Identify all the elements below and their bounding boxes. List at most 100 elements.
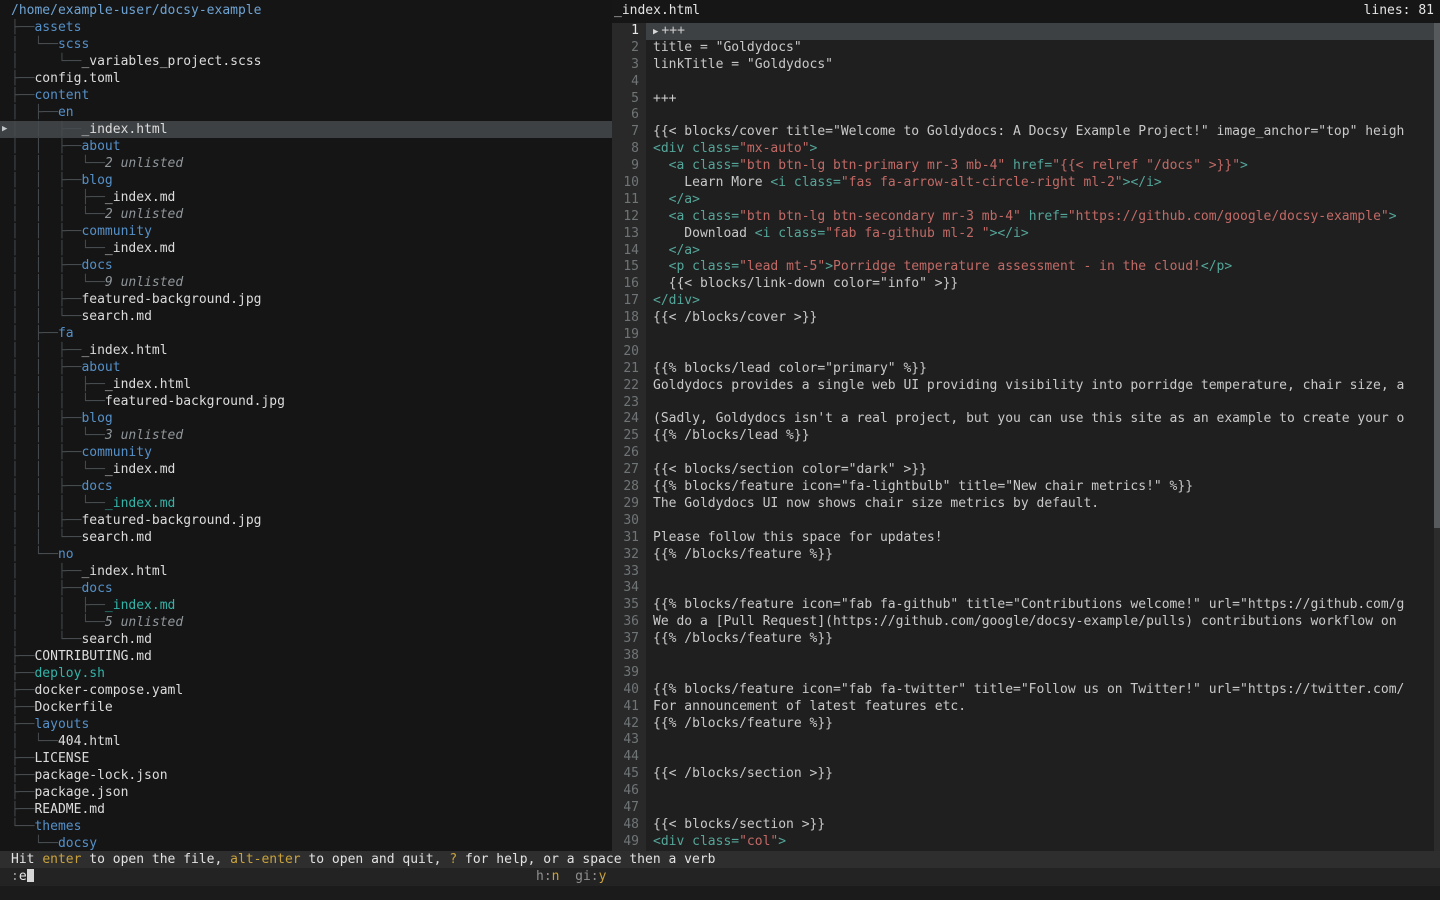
line-number: 31 (612, 530, 646, 547)
tree-row[interactable]: ├──CONTRIBUTING.md (0, 648, 612, 665)
tree-item-label: README.md (34, 802, 104, 817)
code-line: 31Please follow this space for updates! (612, 530, 1440, 547)
tree-item-dir-label: content (34, 88, 89, 103)
tree-item-label: CONTRIBUTING.md (34, 649, 151, 664)
tree-row[interactable]: └──docsy (0, 835, 612, 851)
line-number: 6 (612, 107, 646, 124)
tree-row[interactable]: │ │ ├──featured-background.jpg (0, 291, 612, 308)
tree-row[interactable]: ├──content (0, 87, 612, 104)
tree-row[interactable]: │ └──404.html (0, 733, 612, 750)
line-number: 16 (612, 276, 646, 293)
line-number: 44 (612, 749, 646, 766)
tree-item-label: _index.html (81, 122, 167, 137)
tree-row[interactable]: ├──docker-compose.yaml (0, 682, 612, 699)
tree-branch-lines: │ │ │ └── (11, 275, 105, 290)
line-number: 25 (612, 428, 646, 445)
tree-row[interactable]: │ └──_variables_project.scss (0, 53, 612, 70)
tree-row[interactable]: │ │ │ └──_index.md (0, 240, 612, 257)
tree-row[interactable]: │ │ ├──about (0, 359, 612, 376)
tree-branch-lines: │ │ ├── (11, 122, 81, 137)
tree-row[interactable]: │ │ ├──_index.md (0, 597, 612, 614)
preview-header: _index.html lines: 81 (612, 0, 1440, 23)
tree-branch-lines: │ │ └── (11, 530, 81, 545)
tree-row[interactable]: ├──assets (0, 19, 612, 36)
line-number: 46 (612, 783, 646, 800)
code-line: 19 (612, 327, 1440, 344)
code-line: 46 (612, 783, 1440, 800)
tree-row[interactable]: │ │ ├──_index.html (0, 342, 612, 359)
tree-item-dir-label: about (81, 139, 120, 154)
preview-scrollbar[interactable] (1434, 23, 1440, 851)
code-line: 20 (612, 344, 1440, 361)
tree-row[interactable]: │ │ ├──blog (0, 172, 612, 189)
command-input-bar[interactable]: :eh:n gi:y (0, 868, 1440, 886)
tree-item-dir-label: docsy (58, 836, 97, 851)
tree-item-label: package-lock.json (34, 768, 167, 783)
tree-row[interactable]: │ │ ├──community (0, 223, 612, 240)
line-number: 48 (612, 817, 646, 834)
tree-row[interactable]: │ ├──fa (0, 325, 612, 342)
tree-branch-lines: │ │ │ ├── (11, 190, 105, 205)
tree-item-label: _index.html (105, 377, 191, 392)
tree-row-unlisted: │ │ └──5 unlisted (0, 614, 612, 631)
tree-row[interactable]: │ │ └──search.md (0, 308, 612, 325)
tree-row[interactable]: ├──Dockerfile (0, 699, 612, 716)
tree-row-unlisted: │ │ │ └──3 unlisted (0, 427, 612, 444)
tree-item-dir-label: assets (34, 20, 81, 35)
preview-panel: _index.html lines: 81 1▶+++2title = "Gol… (612, 0, 1440, 851)
line-number: 47 (612, 800, 646, 817)
tree-row[interactable]: ├──config.toml (0, 70, 612, 87)
tree-branch-lines: │ │ ├── (11, 513, 81, 528)
tree-row[interactable]: ├──package.json (0, 784, 612, 801)
tree-row[interactable]: ├──package-lock.json (0, 767, 612, 784)
tree-row[interactable]: │ │ └──search.md (0, 529, 612, 546)
line-number: 21 (612, 361, 646, 378)
tree-branch-lines: │ │ └── (11, 309, 81, 324)
tree-row[interactable]: │ ├──_index.html (0, 563, 612, 580)
tree-row[interactable]: │ │ ├──about (0, 138, 612, 155)
line-number: 3 (612, 57, 646, 74)
tree-row[interactable]: ├──README.md (0, 801, 612, 818)
line-number: 38 (612, 648, 646, 665)
tree-root-path: /home/example-user/docsy-example (0, 2, 612, 19)
tree-row[interactable]: ▶│ │ ├──_index.html (0, 121, 612, 138)
tree-branch-lines: │ │ ├── (11, 411, 81, 426)
tree-row[interactable]: │ │ ├──docs (0, 478, 612, 495)
tree-row[interactable]: │ │ │ ├──_index.html (0, 376, 612, 393)
line-number: 42 (612, 716, 646, 733)
tree-branch-lines: │ │ ├── (11, 445, 81, 460)
tree-row[interactable]: │ │ ├──featured-background.jpg (0, 512, 612, 529)
tree-row[interactable]: ├──deploy.sh (0, 665, 612, 682)
tree-row[interactable]: │ │ │ ├──_index.md (0, 189, 612, 206)
preview-scrollbar-thumb[interactable] (1434, 23, 1440, 528)
tree-row[interactable]: │ ├──docs (0, 580, 612, 597)
tree-branch-lines: │ │ │ └── (11, 428, 105, 443)
tree-row[interactable]: ├──layouts (0, 716, 612, 733)
code-line: 40{{% blocks/feature icon="fab fa-twitte… (612, 682, 1440, 699)
main-area: /home/example-user/docsy-example ├──asse… (0, 0, 1440, 851)
tree-row[interactable]: ├──LICENSE (0, 750, 612, 767)
tree-row[interactable]: │ └──scss (0, 36, 612, 53)
code-line: 21{{% blocks/lead color="primary" %}} (612, 361, 1440, 378)
tree-row[interactable]: │ │ ├──blog (0, 410, 612, 427)
tree-branch-lines: ├── (11, 649, 34, 664)
code-line: 29The Goldydocs UI now shows chair size … (612, 496, 1440, 513)
tree-row[interactable]: │ │ ├──community (0, 444, 612, 461)
tree-row[interactable]: │ │ ├──docs (0, 257, 612, 274)
tree-row[interactable]: │ │ │ └──_index.md (0, 495, 612, 512)
code-line: 23 (612, 395, 1440, 412)
tree-row[interactable]: │ │ │ └──featured-background.jpg (0, 393, 612, 410)
tree-row[interactable]: └──themes (0, 818, 612, 835)
code-line: 8<div class="mx-auto"> (612, 141, 1440, 158)
line-number: 18 (612, 310, 646, 327)
tree-branch-lines: │ │ ├── (11, 479, 81, 494)
tree-row[interactable]: │ ├──en (0, 104, 612, 121)
line-number: 26 (612, 445, 646, 462)
code-line: 9 <a class="btn btn-lg btn-primary mr-3 … (612, 158, 1440, 175)
tree-row[interactable]: │ └──search.md (0, 631, 612, 648)
tree-row[interactable]: │ │ │ └──_index.md (0, 461, 612, 478)
code-line: 13 Download <i class="fab fa-github ml-2… (612, 226, 1440, 243)
tree-row[interactable]: │ └──no (0, 546, 612, 563)
line-number: 5 (612, 91, 646, 108)
line-number: 24 (612, 411, 646, 428)
